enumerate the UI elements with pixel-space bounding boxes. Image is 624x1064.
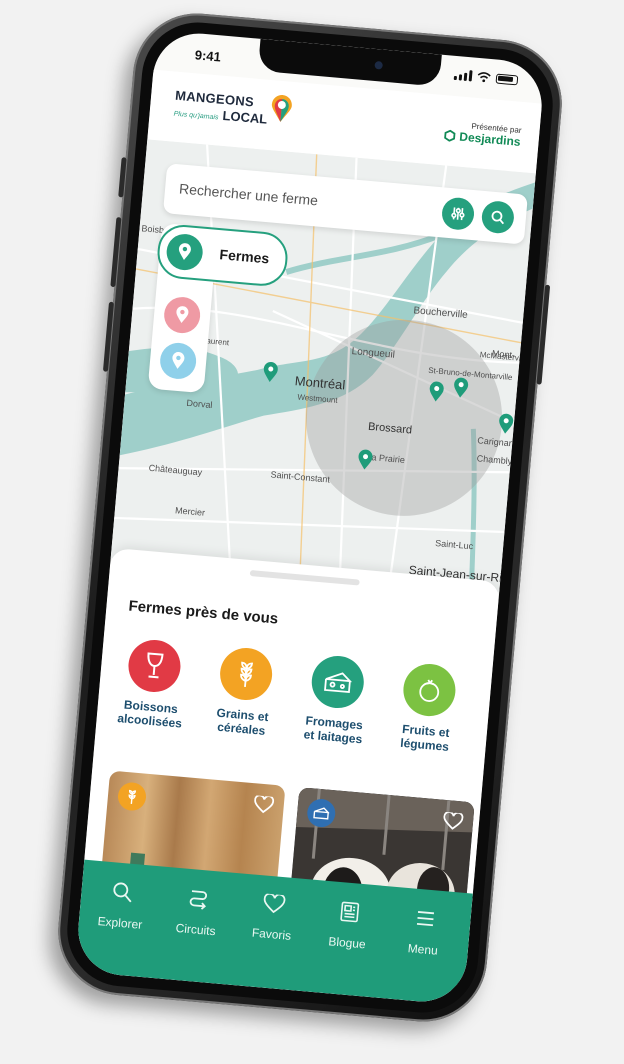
layer-button-red[interactable] [162,295,202,335]
category-circle [401,661,458,719]
cellular-signal-icon [453,69,473,82]
search-input[interactable]: Rechercher une ferme [178,180,318,208]
tab-explorer[interactable]: Explorer [84,878,158,933]
filter-sliders-icon [451,207,465,221]
svg-text:Dorval: Dorval [186,398,213,410]
heart-icon [263,892,286,914]
wheat-icon [240,661,254,688]
category-circle [309,653,366,711]
status-time: 9:41 [194,47,222,65]
search-icon [491,210,505,225]
map-pin-icon [172,351,185,369]
tab-label: Explorer [97,914,143,932]
tab-label: Circuits [175,920,217,939]
heart-icon[interactable] [253,795,275,815]
nearby-title: Fermes près de vous [127,597,279,628]
search-button[interactable] [480,199,516,235]
app-screen: 9:41 MANGEONS Plus qu'jamais LOCAL Prése… [74,29,546,1006]
tab-label: Menu [407,941,439,958]
filters-button[interactable] [440,196,476,232]
newspaper-icon [340,901,360,923]
category-circle [126,637,183,695]
category-fruits[interactable]: Fruits et légumes [381,660,474,755]
logo-tagline: Plus qu'jamais [173,110,219,122]
tab-circuits[interactable]: Circuits [160,885,234,940]
logo-title-bottom: LOCAL [221,107,268,127]
honey-dipper-icon [509,688,532,708]
category-label: Miel [505,730,530,747]
tab-menu[interactable]: Menu [387,905,461,960]
layer-fermes-icon-wrap [165,232,205,272]
wheat-icon [128,789,137,805]
status-icons [453,69,519,86]
menu-icon [416,911,435,927]
category-circle [217,645,275,703]
logo-pin-icon [271,95,292,122]
route-icon [189,890,208,910]
layer-button-blue[interactable] [158,341,198,381]
category-list: Boissons alcoolisées Grains et céréales Fr… [106,636,546,763]
heart-icon[interactable] [442,811,464,832]
category-fromages[interactable]: Fromages et laitages [290,652,383,747]
tab-favoris[interactable]: Favoris [236,891,310,944]
battery-icon [495,73,519,85]
map-pin-icon [176,306,189,324]
tab-label: Blogue [327,934,367,952]
category-grains[interactable]: Grains et céréales [198,644,291,739]
desjardins-logo-icon [443,129,456,142]
wine-glass-icon [147,652,164,679]
tomato-icon [419,679,440,702]
cheese-icon [324,672,353,694]
phone-mockup-scene: 9:41 MANGEONS Plus qu'jamais LOCAL Prése… [0,0,624,1064]
sheet-drag-handle[interactable] [249,569,360,586]
tab-label: Favoris [251,925,292,943]
category-boissons[interactable]: Boissons alcoolisées [106,636,199,731]
phone-device: 9:41 MANGEONS Plus qu'jamais LOCAL Prése… [52,8,568,1027]
category-label: céréales [216,719,266,738]
category-label: légumes [399,735,450,754]
sponsor-block: Présentée par Desjardins [443,119,522,149]
tab-blogue[interactable]: Blogue [312,898,386,953]
search-icon [113,882,132,903]
wifi-icon [477,72,491,83]
app-logo[interactable]: MANGEONS Plus qu'jamais LOCAL [173,88,292,129]
cheese-icon [313,807,330,820]
map-pin-icon [178,243,191,261]
svg-text:Mont-: Mont- [492,348,516,360]
layer-label-fermes: Fermes [218,246,270,267]
